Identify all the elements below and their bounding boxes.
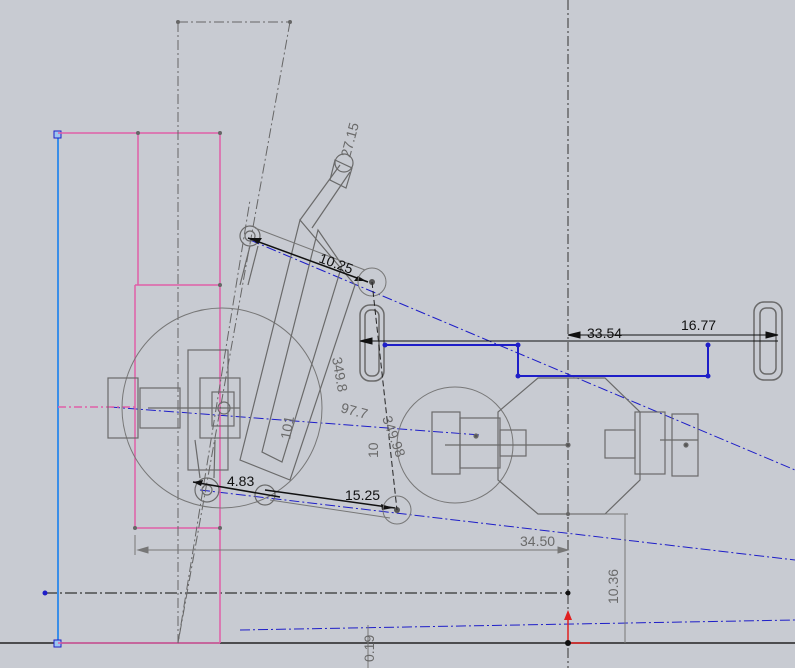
dim-349-8[interactable]: 349.8 xyxy=(329,356,351,393)
selected-polyline[interactable] xyxy=(385,344,709,377)
dim-line-horizontal[interactable] xyxy=(359,331,779,345)
dim-27-15[interactable]: 27.15 xyxy=(337,121,362,159)
sketch-endpoint[interactable] xyxy=(53,130,62,139)
dim-10-36[interactable]: 10.36 xyxy=(605,569,621,604)
dim-34-50-line[interactable] xyxy=(134,535,570,555)
center-left-hub[interactable] xyxy=(431,411,571,475)
dim-15-25[interactable]: 15.25 xyxy=(345,487,380,503)
dim-4-83[interactable]: 4.83 xyxy=(227,473,254,489)
lower-link[interactable] xyxy=(264,281,412,525)
blue-construction-line[interactable] xyxy=(239,619,795,631)
pink-construction[interactable] xyxy=(58,132,221,644)
dim-10[interactable]: 10 xyxy=(365,442,381,458)
dim-16-77[interactable]: 16.77 xyxy=(681,317,716,333)
origin-icon[interactable] xyxy=(564,610,590,646)
right-hub[interactable] xyxy=(604,411,699,477)
centerline-endpoint[interactable] xyxy=(42,590,48,596)
dim-10-25[interactable]: 10.25 xyxy=(317,250,356,277)
sketch-canvas[interactable]: 27.15 10.25 33.54 16.77 4.83 15.25 349.8… xyxy=(0,0,795,668)
centerline-endpoint[interactable] xyxy=(565,590,571,596)
dim-33-54[interactable]: 33.54 xyxy=(587,325,622,341)
dim-0-19[interactable]: 0.19 xyxy=(361,635,377,662)
dim-349-98[interactable]: 349.98 xyxy=(379,414,409,460)
upper-pivot[interactable] xyxy=(239,225,261,286)
dim-34-50[interactable]: 34.50 xyxy=(520,533,555,549)
dim-97-7[interactable]: 97.7 xyxy=(339,399,370,422)
dim-101[interactable]: 101 xyxy=(277,415,297,441)
